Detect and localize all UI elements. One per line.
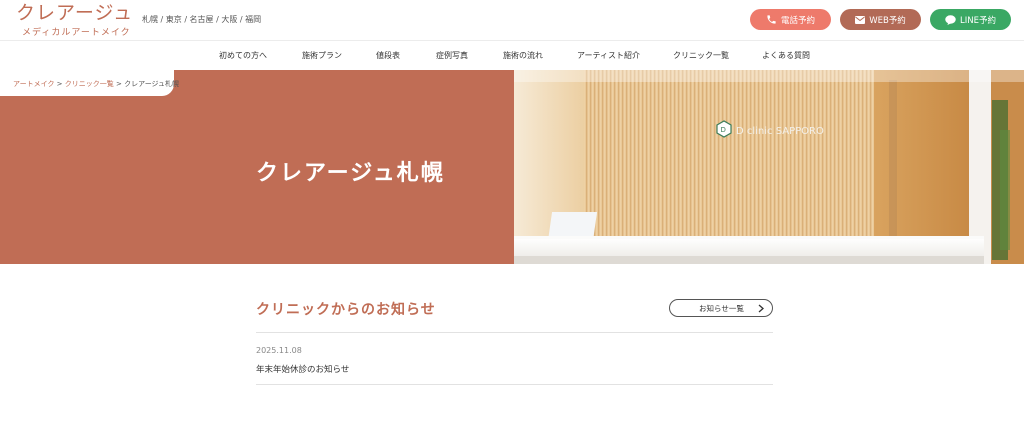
nav-item-faq[interactable]: よくある質問 (762, 41, 810, 70)
nav-item-artists[interactable]: アーティスト紹介 (577, 41, 640, 70)
nav-item-prices[interactable]: 値段表 (376, 41, 400, 70)
clinic-cities: 札幌 / 東京 / 名古屋 / 大阪 / 福岡 (142, 15, 262, 24)
breadcrumb: アートメイク > クリニック一覧 > クレアージュ札幌 (0, 70, 179, 96)
nav-item-clinics[interactable]: クリニック一覧 (673, 41, 729, 70)
breadcrumb-home[interactable]: アートメイク (13, 80, 54, 88)
notice-list-label: お知らせ一覧 (699, 303, 744, 313)
web-reserve-button[interactable]: WEB予約 (840, 9, 921, 30)
nav-item-plans[interactable]: 施術プラン (302, 41, 342, 70)
site-logo[interactable]: クレアージュ メディカルアートメイク (16, 2, 136, 38)
chevron-right-icon (758, 304, 764, 313)
svg-text:D: D (721, 126, 726, 134)
reception-illustration: D D clinic SAPPORO (514, 70, 1024, 264)
hero-title-panel: アートメイク > クリニック一覧 > クレアージュ札幌 クレアージュ札幌 (0, 70, 514, 264)
breadcrumb-current: クレアージュ札幌 (124, 80, 180, 88)
phone-icon (767, 15, 776, 24)
phone-reserve-button[interactable]: 電話予約 (750, 9, 831, 30)
nav-item-flow[interactable]: 施術の流れ (503, 41, 543, 70)
clinic-sign-text: D clinic SAPPORO (736, 126, 824, 137)
global-nav: 初めての方へ 施術プラン 値段表 症例写真 施術の流れ アーティスト紹介 クリニ… (0, 41, 1024, 70)
notice-date: 2025.11.08 (256, 346, 302, 355)
notice-divider-top (256, 332, 773, 333)
web-reserve-label: WEB予約 (869, 15, 906, 26)
notice-list-button[interactable]: お知らせ一覧 (669, 299, 773, 317)
breadcrumb-trail: アートメイク > クリニック一覧 > クレアージュ札幌 (13, 79, 179, 89)
breadcrumb-separator: > (113, 80, 125, 88)
phone-reserve-label: 電話予約 (780, 15, 815, 26)
site-header: クレアージュ メディカルアートメイク 札幌 / 東京 / 名古屋 / 大阪 / … (0, 0, 1024, 40)
notice-divider-bottom (256, 384, 773, 385)
notice-title-link[interactable]: 年末年始休診のお知らせ (256, 363, 349, 375)
hero-section: アートメイク > クリニック一覧 > クレアージュ札幌 クレアージュ札幌 D D… (0, 70, 1024, 264)
page-title: クレアージュ札幌 (256, 160, 445, 186)
breadcrumb-clinic-list[interactable]: クリニック一覧 (65, 80, 114, 88)
line-chat-icon (945, 14, 956, 25)
logo-sub-text: メディカルアートメイク (22, 28, 131, 38)
nav-item-first-time[interactable]: 初めての方へ (219, 41, 267, 70)
mail-icon (855, 15, 866, 24)
line-reserve-button[interactable]: LINE予約 (930, 9, 1011, 30)
notice-section-title: クリニックからのお知らせ (256, 302, 436, 318)
breadcrumb-separator: > (54, 80, 65, 88)
clinic-reception-photo: D D clinic SAPPORO (514, 70, 1024, 264)
nav-item-cases[interactable]: 症例写真 (436, 41, 468, 70)
line-reserve-label: LINE予約 (960, 15, 996, 26)
logo-main-text: クレアージュ (16, 2, 134, 24)
